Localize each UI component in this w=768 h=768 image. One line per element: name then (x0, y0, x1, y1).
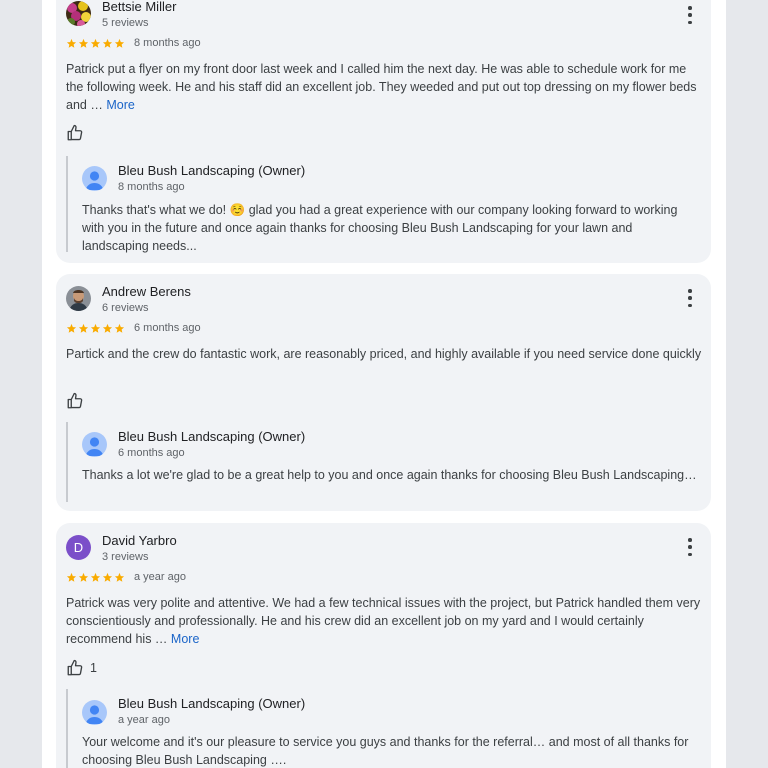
owner-reply: Bleu Bush Landscaping (Owner) 8 months a… (66, 156, 706, 253)
star-icon (102, 38, 113, 48)
star-icon (66, 323, 77, 333)
star-icon (102, 572, 113, 582)
star-rating (66, 38, 125, 49)
review-text-content: Patrick put a flyer on my front door las… (66, 62, 697, 112)
more-link[interactable]: More (171, 632, 199, 646)
star-icon (78, 38, 89, 48)
review-text-content: Partick and the crew do fantastic work, … (66, 347, 702, 361)
like-button[interactable] (66, 124, 90, 142)
star-rating (66, 323, 125, 334)
reply-time: a year ago (118, 714, 170, 726)
review-time: a year ago (134, 571, 186, 583)
thumbs-up-icon (67, 124, 83, 141)
star-icon (102, 323, 113, 333)
reviewer-avatar[interactable]: D (66, 535, 91, 560)
like-button[interactable] (66, 392, 90, 410)
review-text: Partick and the crew do fantastic work, … (66, 345, 706, 363)
star-icon (78, 323, 89, 333)
reviewer-name[interactable]: David Yarbro (102, 533, 177, 548)
more-link[interactable]: More (106, 98, 134, 112)
more-options-icon[interactable] (685, 538, 695, 556)
reviewer-avatar[interactable] (66, 1, 91, 26)
reviews-panel: Bettsie Miller 5 reviews 8 months ago Pa… (42, 0, 726, 768)
owner-avatar[interactable] (82, 432, 107, 457)
review-text: Patrick was very polite and attentive. W… (66, 594, 706, 648)
owner-avatar[interactable] (82, 700, 107, 725)
reviewer-review-count: 5 reviews (102, 17, 149, 29)
like-button[interactable]: 1 (66, 659, 97, 677)
owner-avatar[interactable] (82, 166, 107, 191)
more-options-icon[interactable] (685, 6, 695, 24)
reply-text: Thanks a lot we're glad to be a great he… (82, 468, 697, 482)
reviewer-name[interactable]: Andrew Berens (102, 284, 191, 299)
star-icon (78, 572, 89, 582)
reply-text: Thanks that's what we do! ☺️ glad you ha… (82, 203, 678, 253)
star-icon (90, 38, 101, 48)
owner-name[interactable]: Bleu Bush Landscaping (Owner) (118, 696, 305, 711)
reply-text: Your welcome and it's our pleasure to se… (82, 735, 689, 767)
reply-time: 6 months ago (118, 447, 185, 459)
review-text: Patrick put a flyer on my front door las… (66, 60, 706, 114)
star-icon (66, 572, 77, 582)
star-icon (114, 323, 125, 333)
review-card: Andrew Berens 6 reviews 6 months ago Par… (56, 274, 711, 511)
relieved-face-emoji: ☺️ (229, 203, 246, 217)
like-count: 1 (90, 661, 97, 675)
review-time: 8 months ago (134, 37, 201, 49)
star-icon (90, 572, 101, 582)
owner-name[interactable]: Bleu Bush Landscaping (Owner) (118, 429, 305, 444)
owner-reply: Bleu Bush Landscaping (Owner) 6 months a… (66, 422, 706, 502)
review-card: Bettsie Miller 5 reviews 8 months ago Pa… (56, 0, 711, 263)
star-icon (90, 323, 101, 333)
reviewer-review-count: 3 reviews (102, 551, 149, 563)
owner-name[interactable]: Bleu Bush Landscaping (Owner) (118, 163, 305, 178)
thumbs-up-icon (67, 659, 83, 676)
reviewer-avatar[interactable] (66, 286, 91, 311)
review-text-content: Patrick was very polite and attentive. W… (66, 596, 701, 646)
review-time: 6 months ago (134, 322, 201, 334)
reviewer-name[interactable]: Bettsie Miller (102, 0, 176, 14)
review-card: D David Yarbro 3 reviews a year ago Patr… (56, 523, 711, 768)
thumbs-up-icon (67, 392, 83, 409)
star-icon (114, 572, 125, 582)
reply-time: 8 months ago (118, 181, 185, 193)
owner-reply: Bleu Bush Landscaping (Owner) a year ago… (66, 689, 706, 768)
star-icon (114, 38, 125, 48)
star-icon (66, 38, 77, 48)
star-rating (66, 572, 125, 583)
reviewer-review-count: 6 reviews (102, 302, 149, 314)
more-options-icon[interactable] (685, 289, 695, 307)
